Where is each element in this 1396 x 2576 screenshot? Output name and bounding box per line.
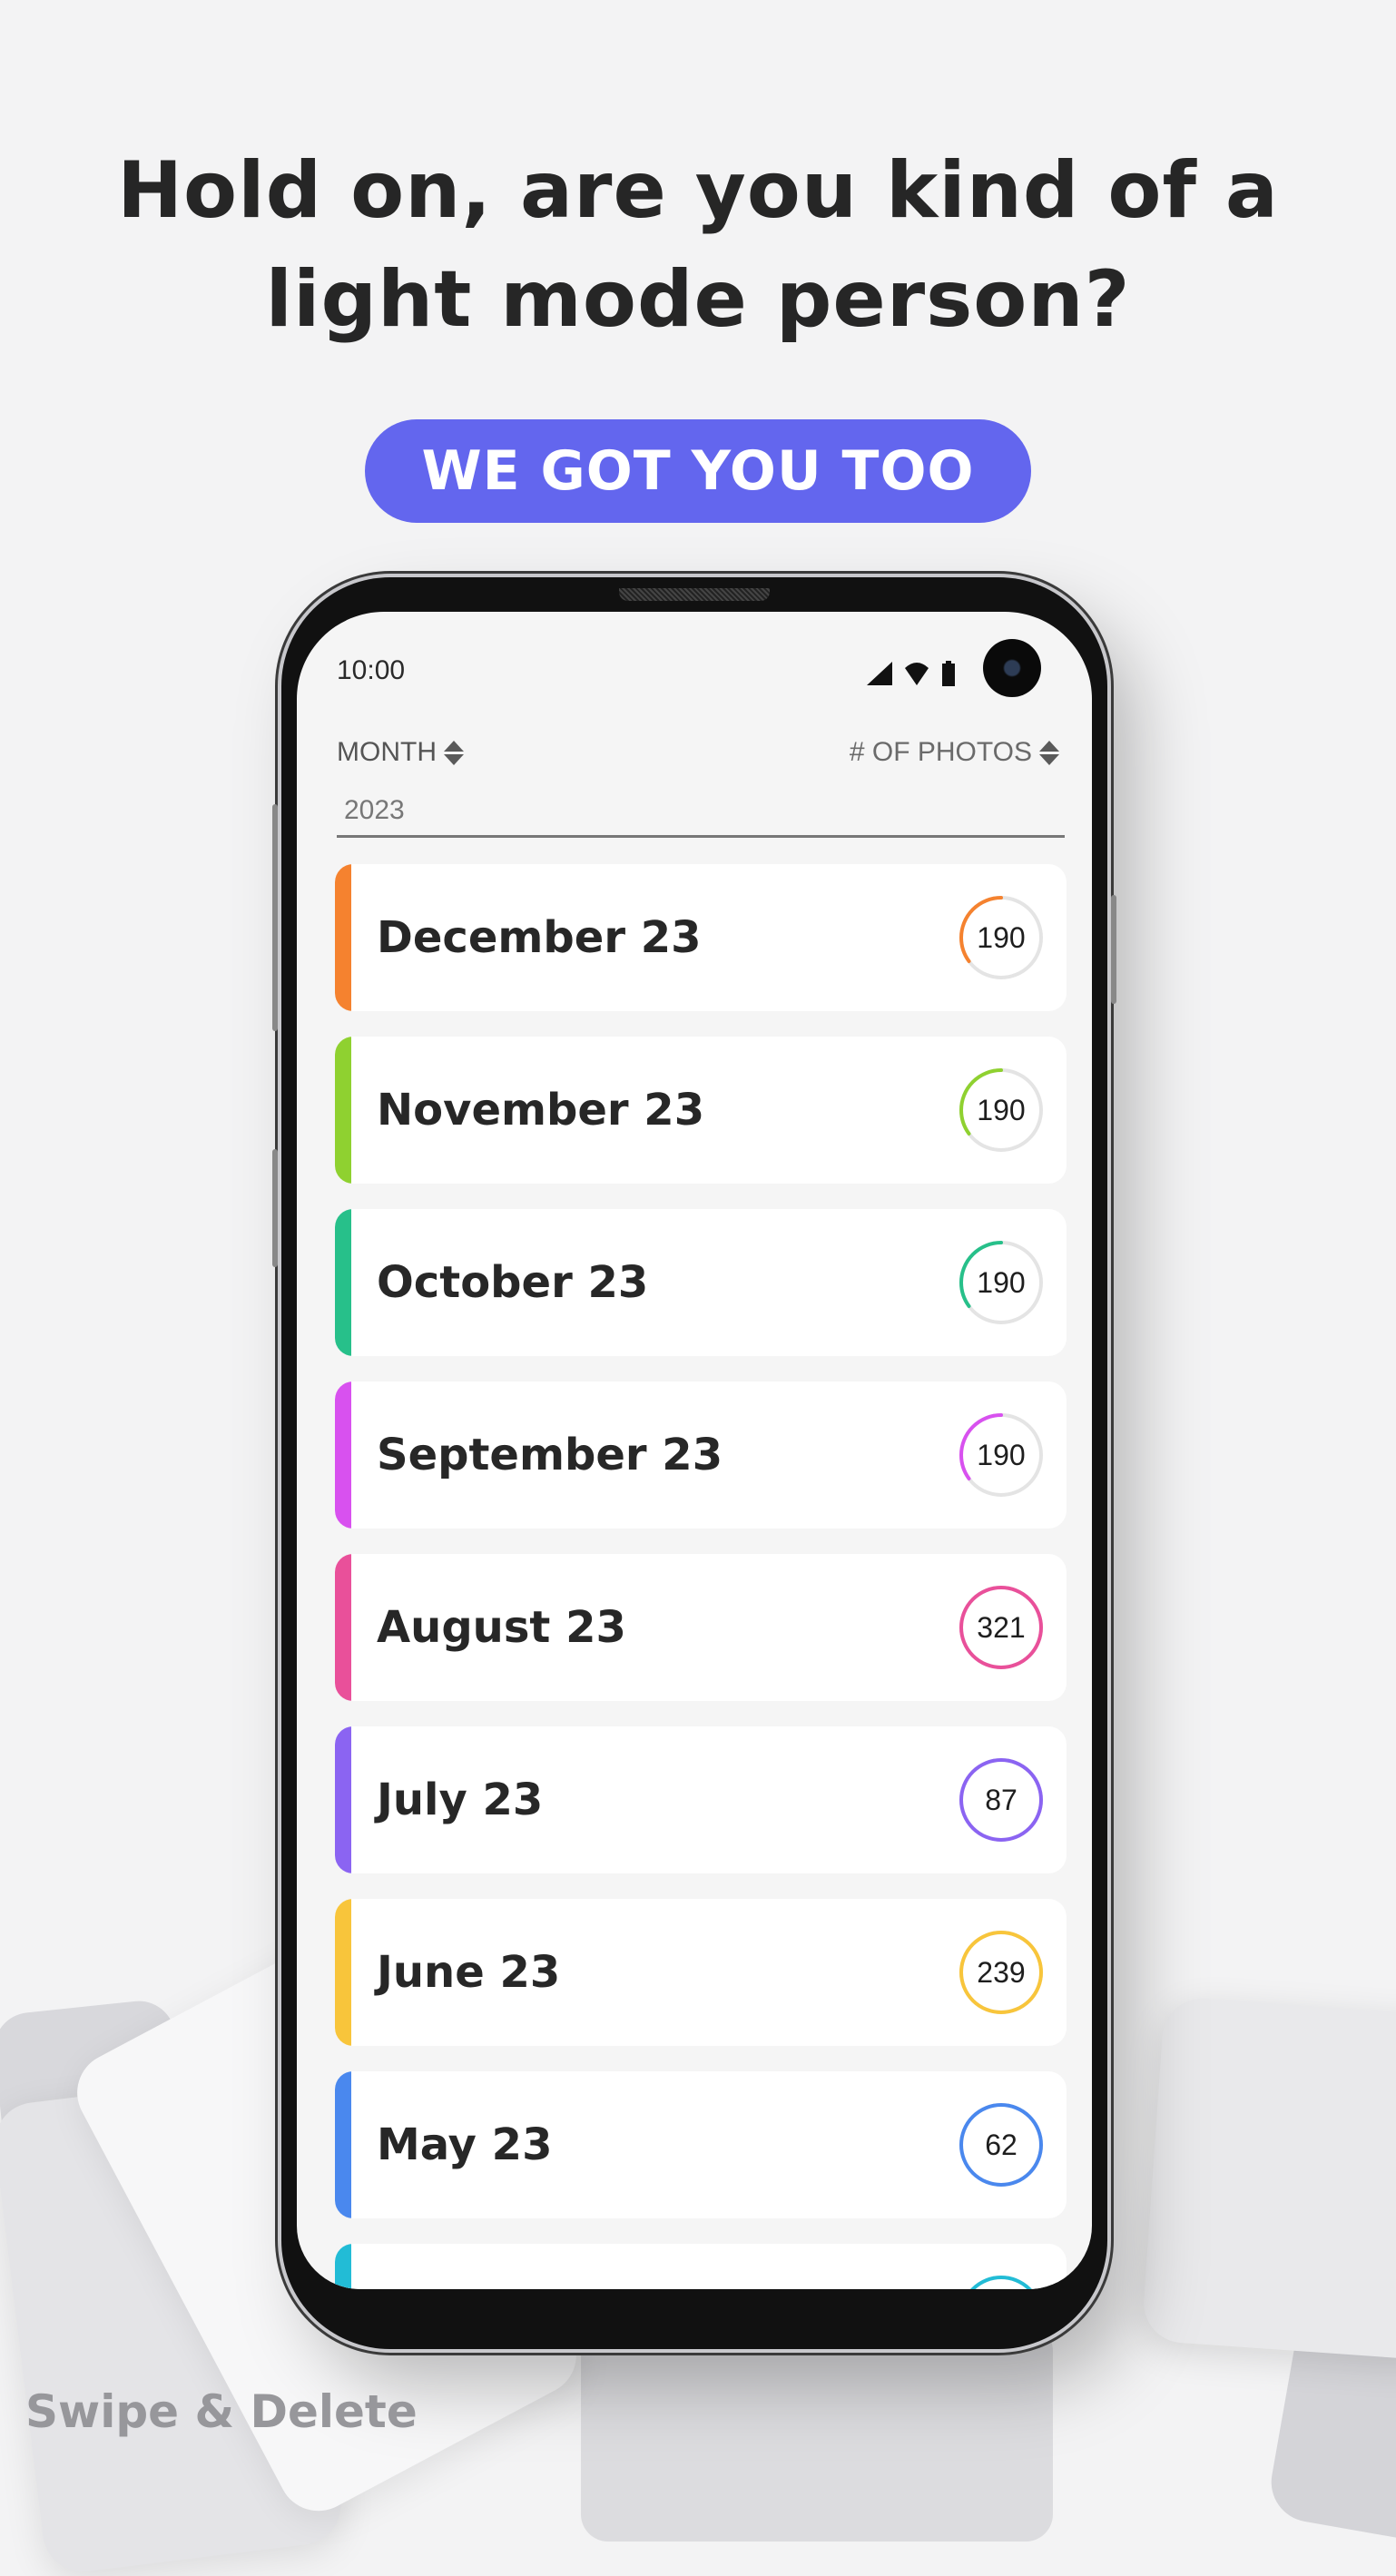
photo-count: 190 bbox=[977, 1093, 1026, 1126]
volume-button bbox=[272, 804, 278, 1031]
month-row[interactable]: November 23 190 bbox=[335, 1037, 1067, 1184]
month-row[interactable]: May 23 62 bbox=[335, 2071, 1067, 2218]
month-label: October 23 bbox=[377, 1257, 649, 1308]
month-label: July 23 bbox=[377, 1775, 544, 1825]
month-row[interactable]: September 23 190 bbox=[335, 1381, 1067, 1529]
sort-icon bbox=[443, 740, 464, 765]
photo-count-ring: 190 bbox=[958, 1411, 1045, 1499]
month-color-accent bbox=[335, 1381, 351, 1529]
headline-line-2: light mode person? bbox=[265, 254, 1131, 345]
month-row[interactable]: December 23 190 bbox=[335, 864, 1067, 1011]
month-row[interactable]: August 23 321 bbox=[335, 1554, 1067, 1701]
month-label: September 23 bbox=[377, 1430, 723, 1480]
month-color-accent bbox=[335, 1037, 351, 1184]
month-list: December 23 190 November 23 190 October 23 19… bbox=[335, 864, 1067, 2289]
month-color-accent bbox=[335, 864, 351, 1011]
month-color-accent bbox=[335, 1726, 351, 1873]
year-filter-value: 2023 bbox=[344, 795, 405, 825]
earpiece-speaker bbox=[619, 588, 770, 601]
app-screen: 10:00 MONTH # OF PHOTOS 2023 December 23… bbox=[297, 612, 1092, 2289]
month-color-accent bbox=[335, 1899, 351, 2046]
photo-count: 239 bbox=[977, 1955, 1026, 1989]
front-camera bbox=[983, 639, 1041, 697]
sort-by-photos-header[interactable]: # OF PHOTOS bbox=[850, 737, 1059, 768]
sort-by-month-header[interactable]: MONTH bbox=[337, 737, 464, 768]
status-time: 10:00 bbox=[337, 655, 406, 685]
month-color-accent bbox=[335, 1554, 351, 1701]
signal-icon bbox=[867, 662, 892, 685]
photo-count-ring: 321 bbox=[958, 1584, 1045, 1671]
month-row[interactable]: October 23 190 bbox=[335, 1209, 1067, 1356]
month-row[interactable]: June 23 239 bbox=[335, 1899, 1067, 2046]
photo-count-ring: 190 bbox=[958, 1239, 1045, 1326]
month-label: November 23 bbox=[377, 1085, 705, 1136]
sort-icon bbox=[1039, 740, 1059, 765]
power-button bbox=[1111, 895, 1116, 1004]
background-card bbox=[1141, 1995, 1396, 2362]
month-row[interactable] bbox=[335, 2244, 1067, 2289]
swipe-delete-caption: Swipe & Delete bbox=[25, 2385, 418, 2438]
phone-frame: 10:00 MONTH # OF PHOTOS 2023 December 23… bbox=[272, 577, 1116, 2349]
month-header-label: MONTH bbox=[337, 737, 437, 767]
month-label: June 23 bbox=[377, 1947, 561, 1998]
month-label: May 23 bbox=[377, 2119, 553, 2170]
photo-count-ring: 62 bbox=[958, 2101, 1045, 2188]
we-got-you-too-button[interactable]: WE GOT YOU TOO bbox=[365, 419, 1031, 523]
photo-count: 190 bbox=[977, 1438, 1026, 1471]
photo-count-ring bbox=[958, 2274, 1045, 2289]
battery-icon bbox=[942, 661, 955, 686]
photo-count-ring: 87 bbox=[958, 1756, 1045, 1844]
month-label: August 23 bbox=[377, 1602, 626, 1653]
month-color-accent bbox=[335, 1209, 351, 1356]
photo-count: 62 bbox=[985, 2128, 1018, 2161]
photo-count: 190 bbox=[977, 920, 1026, 954]
photo-count-ring: 239 bbox=[958, 1929, 1045, 2016]
month-color-accent bbox=[335, 2071, 351, 2218]
bixby-button bbox=[272, 1149, 278, 1267]
photo-count bbox=[958, 2274, 1045, 2289]
status-icons bbox=[867, 661, 956, 686]
photo-count: 190 bbox=[977, 1265, 1026, 1299]
month-color-accent bbox=[335, 2244, 351, 2289]
photo-count-ring: 190 bbox=[958, 1067, 1045, 1154]
headline-line-1: Hold on, are you kind of a bbox=[117, 145, 1279, 236]
photo-count: 321 bbox=[977, 1610, 1026, 1644]
photos-header-label: # OF PHOTOS bbox=[849, 737, 1032, 767]
year-filter-field[interactable]: 2023 bbox=[337, 788, 1065, 838]
photo-count: 87 bbox=[985, 1783, 1018, 1816]
wifi-icon bbox=[905, 663, 929, 685]
photo-count-ring: 190 bbox=[958, 894, 1045, 981]
month-label: December 23 bbox=[377, 912, 702, 963]
background-card bbox=[581, 2324, 1053, 2542]
month-row[interactable]: July 23 87 bbox=[335, 1726, 1067, 1873]
headline: Hold on, are you kind of a light mode pe… bbox=[0, 136, 1396, 354]
